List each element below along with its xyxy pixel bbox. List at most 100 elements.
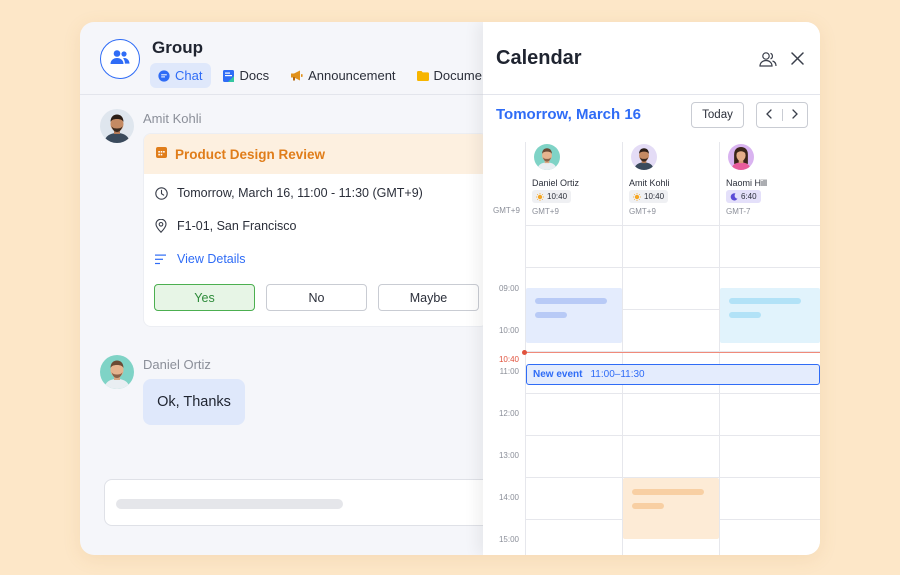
today-button[interactable]: Today [691,102,744,128]
hour-label: 10:00 [498,326,519,335]
sun-icon [536,192,544,201]
sun-icon [633,192,641,201]
participant-time-text: 10:40 [644,192,665,201]
participant-timezone: GMT-7 [726,207,751,216]
view-details-label: View Details [177,252,246,266]
event-title: Product Design Review [175,146,326,162]
gutter-timezone: GMT+9 [493,206,520,215]
event-invite-card: Product Design Review Tomorrow, March 16… [143,133,488,327]
sender-name: Amit Kohli [143,111,202,126]
megaphone-icon [290,70,303,81]
participant-time-text: 6:40 [741,192,757,201]
new-event-block[interactable]: New event 11:00–11:30 [526,364,820,385]
rsvp-yes-button[interactable]: Yes [154,284,255,311]
rsvp-no-button[interactable]: No [266,284,367,311]
message-bubble: Ok, Thanks [143,379,245,425]
column-divider [525,142,526,555]
close-icon[interactable] [791,52,804,70]
busy-block[interactable] [720,288,820,343]
message-composer[interactable] [104,479,504,526]
moon-icon [730,192,738,201]
participant-local-time: 10:40 [629,190,669,203]
chevron-right-icon [792,106,798,124]
location-pin-icon [155,219,171,233]
column-divider [719,142,720,555]
event-card-header: Product Design Review [144,134,487,174]
busy-block[interactable] [526,288,622,343]
hour-label: 09:00 [498,284,519,293]
folder-icon [416,70,429,81]
tab-docs-label: Docs [239,68,270,83]
tab-announcement-label: Announcement [308,68,396,83]
busy-placeholder-bar [535,298,607,304]
busy-placeholder-bar [729,312,761,318]
event-time: Tomorrow, March 16, 11:00 - 11:30 (GMT+9… [177,186,423,200]
tab-bar: Chat Docs Announcement Docume [150,63,495,88]
busy-placeholder-bar [535,312,567,318]
people-icon[interactable] [759,51,777,72]
hour-label: 11:00 [499,367,519,376]
participant-time-text: 10:40 [547,192,568,201]
group-users-icon [110,49,130,70]
busy-placeholder-bar [632,503,664,509]
participant-name: Naomi Hill [726,178,768,188]
grid-line [525,225,820,226]
current-time-line [524,352,820,353]
clock-icon [155,186,171,200]
hour-label: 13:00 [498,451,519,460]
grid-line [525,435,820,436]
current-time-dot [522,350,527,355]
sender-name: Daniel Ortiz [143,357,211,372]
new-event-title: New event [533,369,583,380]
calendar-panel: Calendar Tomorrow, March 16 Today GMT+9 … [483,22,820,555]
event-location-row: F1-01, San Francisco [155,219,297,233]
rsvp-maybe-button[interactable]: Maybe [378,284,479,311]
participant-name: Amit Kohli [629,178,670,188]
date-nav [756,102,808,128]
hour-label: 14:00 [498,493,519,502]
avatar-amit-kohli[interactable] [100,109,134,143]
group-title: Group [152,38,203,57]
tab-chat[interactable]: Chat [150,63,212,88]
tab-documents[interactable]: Docume [409,63,491,88]
busy-placeholder-bar [729,298,801,304]
docs-icon [223,69,235,82]
calendar-grid-icon [156,145,167,163]
participant-avatar[interactable] [534,144,560,170]
busy-placeholder-bar [632,489,704,495]
participant-avatar[interactable] [728,144,754,170]
composer-placeholder [116,499,343,509]
event-location: F1-01, San Francisco [177,219,297,233]
participant-name: Daniel Ortiz [532,178,580,188]
date-label: Tomorrow, March 16 [496,106,642,123]
details-lines-icon [155,254,171,265]
tab-chat-label: Chat [175,68,203,83]
chevron-left-icon [766,106,772,124]
participant-avatar[interactable] [631,144,657,170]
avatar-daniel-ortiz[interactable] [100,355,134,389]
app-window: Group Chat Docs Announcement Docume Amit… [80,22,820,555]
new-event-time: 11:00–11:30 [590,369,645,380]
tab-announcement[interactable]: Announcement [282,63,404,88]
chat-bubble-icon [158,69,170,82]
schedule-grid: GMT+9 Daniel Ortiz 10:40 GMT+9 Amit Kohl… [483,142,820,555]
busy-block[interactable] [623,478,719,539]
calendar-title: Calendar [496,47,582,69]
tabs-divider [80,94,483,95]
event-time-row: Tomorrow, March 16, 11:00 - 11:30 (GMT+9… [155,186,423,200]
calendar-header-divider [483,94,820,95]
chat-pane: Group Chat Docs Announcement Docume Amit… [80,22,504,555]
view-details-link[interactable]: View Details [155,252,246,266]
participant-timezone: GMT+9 [532,207,559,216]
current-time-label: 10:40 [498,355,519,364]
group-avatar[interactable] [100,39,140,79]
grid-line [525,267,820,268]
participant-local-time: 6:40 [726,190,761,203]
participant-local-time: 10:40 [532,190,572,203]
tab-docs[interactable]: Docs [215,63,278,88]
hour-label: 15:00 [498,535,519,544]
participant-timezone: GMT+9 [629,207,656,216]
tab-documents-label: Docume [433,68,482,83]
next-day-button[interactable] [783,103,808,127]
prev-day-button[interactable] [757,103,782,127]
